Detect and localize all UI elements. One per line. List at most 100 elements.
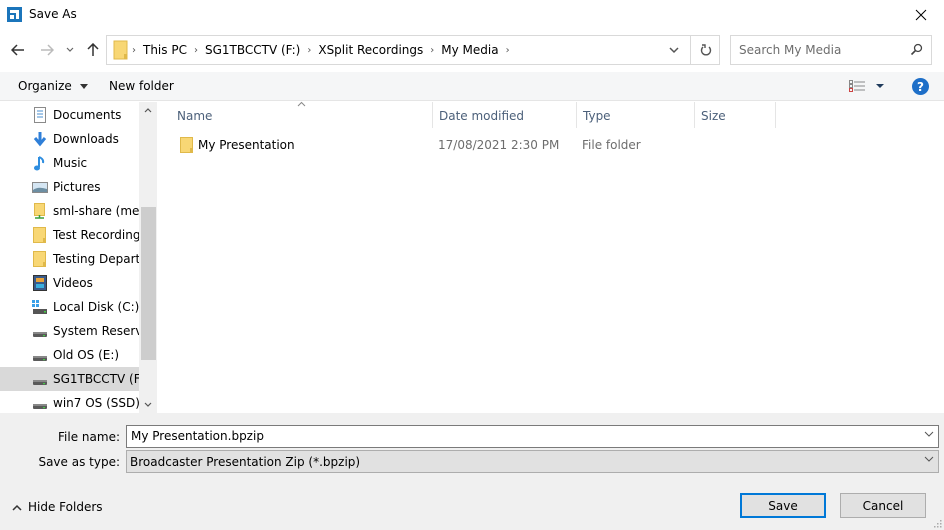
documents-icon — [34, 107, 46, 123]
breadcrumb-separator: › — [132, 44, 136, 56]
refresh-icon — [700, 43, 711, 55]
cancel-button[interactable]: Cancel — [840, 493, 926, 518]
sidebar-item[interactable]: SG1TBCCTV (F:) — [0, 367, 148, 391]
breadcrumb-separator: › — [430, 44, 435, 56]
drive-icon — [33, 332, 47, 337]
file-name: My Presentation — [198, 138, 295, 152]
sidebar-item[interactable]: Local Disk (C:) — [0, 295, 139, 319]
folder-icon — [180, 137, 193, 153]
column-header-date-modified[interactable]: Date modified — [433, 102, 577, 128]
sidebar-item-label: Downloads — [53, 132, 119, 146]
title-bar: Save As — [0, 0, 944, 30]
search-placeholder: Search My Media — [739, 43, 842, 57]
videos-icon — [33, 275, 47, 291]
folder-icon — [113, 40, 128, 60]
search-input[interactable]: Search My Media — [730, 35, 932, 65]
forward-button[interactable] — [36, 38, 58, 62]
sidebar-item-label: Videos — [53, 276, 93, 290]
breadcrumb-this-pc[interactable]: This PC — [139, 43, 191, 57]
save-as-type-select[interactable]: Broadcaster Presentation Zip (*.bpzip) — [126, 450, 939, 473]
sidebar-item-label: Music — [53, 156, 88, 170]
chevron-up-icon — [144, 108, 151, 113]
sidebar-item[interactable]: Downloads — [0, 127, 139, 151]
chevron-up-icon — [12, 504, 22, 511]
downloads-icon — [33, 132, 47, 147]
file-name-combobox[interactable] — [126, 425, 939, 448]
chevron-down-icon — [669, 46, 679, 53]
organize-button[interactable]: Organize — [18, 79, 88, 93]
sidebar-item-label: SG1TBCCTV (F:) — [53, 372, 149, 386]
app-icon — [7, 7, 22, 22]
sidebar-item-label: Pictures — [53, 180, 101, 194]
sidebar-item[interactable]: sml-share (mega — [0, 199, 154, 223]
sidebar-item[interactable]: Test Recordings — [0, 223, 147, 247]
drive-icon — [33, 404, 47, 409]
sidebar-item[interactable]: Old OS (E:) — [0, 343, 139, 367]
arrow-right-icon — [41, 44, 54, 56]
sidebar-item[interactable]: Music — [0, 151, 139, 175]
file-name-label: File name: — [58, 430, 120, 444]
sidebar-scrollbar[interactable] — [139, 102, 156, 413]
sidebar-item[interactable]: Documents — [0, 103, 139, 127]
arrow-up-icon — [87, 43, 99, 56]
sidebar-item[interactable]: Pictures — [0, 175, 139, 199]
sidebar-item-label: Documents — [53, 108, 122, 122]
refresh-button[interactable] — [691, 36, 720, 64]
chevron-down-icon[interactable] — [924, 431, 934, 438]
drive-icon — [33, 380, 47, 385]
windows-drive-icon — [32, 300, 47, 314]
breadcrumb-xsplit-recordings[interactable]: XSplit Recordings — [314, 43, 427, 57]
help-button[interactable]: ? — [912, 78, 929, 95]
breadcrumb-separator: › — [193, 44, 198, 56]
back-button[interactable] — [7, 38, 29, 62]
pictures-icon — [32, 182, 48, 193]
arrow-left-icon — [11, 44, 24, 56]
file-row[interactable]: My Presentation 17/08/2021 2:30 PM File … — [157, 134, 944, 156]
caret-down-icon — [79, 84, 88, 89]
chevron-down-icon — [144, 402, 151, 407]
hide-folders-label: Hide Folders — [28, 500, 103, 514]
change-view-button[interactable] — [849, 80, 889, 95]
up-button[interactable] — [82, 38, 104, 62]
scrollbar-thumb[interactable] — [141, 207, 156, 360]
sidebar-item[interactable]: Testing Departm — [0, 247, 152, 271]
file-name-input[interactable] — [131, 429, 911, 443]
breadcrumb: › This PC › SG1TBCCTV (F:) › XSplit Reco… — [107, 36, 513, 64]
close-icon — [915, 9, 927, 21]
file-list: Name Date modified Type Size My Presenta… — [157, 101, 944, 413]
sidebar-item[interactable]: Videos — [0, 271, 139, 295]
scroll-up-button[interactable] — [139, 102, 156, 119]
close-button[interactable] — [898, 0, 944, 30]
breadcrumb-separator: › — [307, 44, 312, 56]
network-folder-icon — [34, 203, 45, 219]
file-type: File folder — [582, 138, 641, 152]
details-view-icon — [849, 80, 884, 92]
column-header-type[interactable]: Type — [577, 102, 695, 128]
address-bar[interactable]: › This PC › SG1TBCCTV (F:) › XSplit Reco… — [106, 35, 720, 65]
navigation-pane: Documents Downloads Music Pictures sml-share… — [0, 102, 156, 413]
folder-icon — [33, 227, 46, 243]
sidebar-item-label: Old OS (E:) — [53, 348, 120, 362]
save-as-type-label: Save as type: — [38, 455, 120, 469]
drive-icon — [33, 356, 47, 361]
new-folder-button[interactable]: New folder — [109, 79, 174, 93]
chevron-down-icon — [66, 47, 74, 52]
music-icon — [34, 156, 45, 171]
hide-folders-button[interactable]: Hide Folders — [12, 500, 103, 514]
save-button[interactable]: Save — [740, 493, 826, 518]
address-dropdown-button[interactable] — [658, 36, 691, 64]
column-header-name[interactable]: Name — [171, 102, 433, 128]
folder-icon — [33, 251, 46, 267]
breadcrumb-my-media[interactable]: My Media — [437, 43, 502, 57]
column-header-size[interactable]: Size — [695, 102, 776, 128]
file-date-modified: 17/08/2021 2:30 PM — [438, 138, 560, 152]
breadcrumb-separator: › — [505, 44, 510, 56]
scroll-down-button[interactable] — [139, 396, 156, 413]
organize-label: Organize — [18, 79, 72, 93]
breadcrumb-drive[interactable]: SG1TBCCTV (F:) — [201, 43, 304, 57]
resize-grip-icon[interactable] — [934, 520, 942, 528]
recent-locations-button[interactable] — [62, 38, 78, 62]
search-icon — [910, 43, 923, 56]
sidebar-item[interactable]: System Reserved — [0, 319, 156, 343]
sidebar-item[interactable]: win7 OS (SSD) (G — [0, 391, 156, 413]
